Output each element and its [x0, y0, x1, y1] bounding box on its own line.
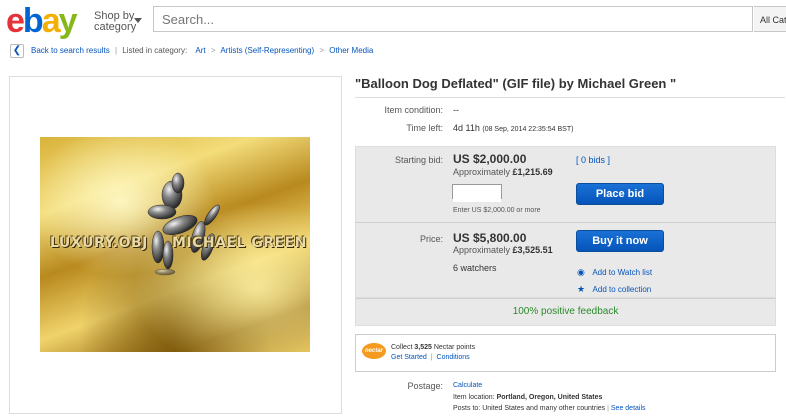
buy-now-price: US $5,800.00 [453, 231, 527, 245]
approx-gbp: £3,525.51 [512, 245, 553, 255]
breadcrumb-chevron: > [210, 46, 216, 55]
condition-label: Item condition: [384, 105, 443, 115]
posts-to-value: United States and many other countries [482, 405, 606, 412]
breadcrumb-chevron: > [319, 46, 325, 55]
posts-to-prefix: Posts to: [453, 405, 481, 412]
starting-bid-price: US $2,000.00 [453, 152, 527, 166]
logo-letter-b: b [22, 2, 44, 40]
bid-amount-input[interactable] [453, 189, 501, 202]
logo-letter-y: y [58, 2, 78, 40]
nectar-points: 3,525 [414, 344, 432, 351]
approx-prefix: Approximately [453, 245, 511, 255]
title-divider [355, 97, 785, 98]
postage-label: Postage: [407, 381, 443, 391]
item-title: "Balloon Dog Deflated" (GIF file) by Mic… [355, 76, 677, 91]
breadcrumb-item-other-media[interactable]: Other Media [329, 46, 373, 55]
item-image[interactable]: LUXURY.OBJ MICHAEL GREEN [40, 137, 310, 352]
condition-value: -- [453, 105, 459, 115]
time-left-detail: (08 Sep, 2014 22:35:54 BST) [482, 126, 574, 133]
location-value: Portland, Oregon, United States [496, 394, 603, 401]
back-arrow-icon[interactable]: ❮ [10, 44, 24, 58]
time-left-remaining: 4d 11h [453, 123, 480, 133]
watermark-left: LUXURY.OBJ [50, 235, 148, 251]
collect-suffix: Nectar points [433, 344, 476, 351]
ebay-logo[interactable]: ebay [6, 2, 78, 40]
add-to-watch-list[interactable]: ◉ Add to Watch list [577, 262, 652, 280]
collect-prefix: Collect [391, 344, 413, 351]
all-categories-select[interactable]: All Cat [754, 6, 786, 32]
watch-list-link[interactable]: Add to Watch list [592, 268, 652, 277]
listed-in-label: Listed in category: [122, 46, 188, 55]
starting-bid-label: Starting bid: [394, 155, 443, 165]
back-to-search-link[interactable]: Back to search results [31, 46, 110, 55]
get-started-link[interactable]: Get Started [391, 354, 427, 361]
nectar-logo: nectar [362, 343, 386, 359]
buy-now-approx: Approximately £3,525.51 [453, 245, 553, 255]
shop-by-line2: category [94, 21, 137, 33]
bid-hint: Enter US $2,000.00 or more [453, 207, 541, 214]
nectar-collect-text: Collect 3,525 Nectar points [391, 344, 475, 351]
item-location: Item location: Portland, Oregon, United … [453, 394, 602, 401]
bid-amount-field[interactable] [452, 184, 502, 202]
approx-gbp: £1,215.69 [512, 167, 553, 177]
shop-by-category-button[interactable]: Shop by category [94, 11, 136, 33]
eye-icon: ◉ [577, 267, 585, 277]
collection-link[interactable]: Add to collection [593, 285, 652, 294]
buy-it-now-button[interactable]: Buy it now [576, 230, 664, 252]
time-left-label: Time left: [406, 123, 443, 133]
starting-bid-approx: Approximately £1,215.69 [453, 167, 553, 177]
breadcrumb: Back to search results | Listed in categ… [31, 46, 373, 55]
breadcrumb-item-art[interactable]: Art [195, 46, 205, 55]
conditions-link[interactable]: Conditions [437, 354, 470, 361]
calculate-postage-link[interactable]: Calculate [453, 382, 482, 389]
time-left-value: 4d 11h (08 Sep, 2014 22:35:54 BST) [453, 123, 573, 133]
bids-count-link[interactable]: [ 0 bids ] [576, 155, 610, 165]
logo-letter-e: e [6, 2, 25, 40]
nectar-box [355, 334, 776, 372]
search-box[interactable] [153, 6, 753, 32]
approx-prefix: Approximately [453, 167, 511, 177]
watermark-right: MICHAEL GREEN [172, 235, 307, 251]
logo-letter-a: a [41, 2, 61, 40]
price-label: Price: [419, 234, 443, 244]
watchers-count: 6 watchers [453, 263, 497, 273]
search-input[interactable] [154, 7, 752, 31]
posts-to: Posts to: United States and many other c… [453, 405, 646, 412]
breadcrumb-separator: | [114, 46, 118, 55]
place-bid-button[interactable]: Place bid [576, 183, 664, 205]
link-separator: | [607, 405, 609, 412]
bid-buy-divider [355, 222, 776, 223]
link-separator: | [430, 354, 433, 361]
star-icon: ★ [577, 284, 586, 294]
seller-feedback: 100% positive feedback [355, 298, 776, 326]
location-prefix: Item location: [453, 394, 495, 401]
add-to-collection[interactable]: ★ Add to collection [577, 279, 651, 297]
breadcrumb-item-artists[interactable]: Artists (Self-Representing) [220, 46, 314, 55]
chevron-down-icon[interactable] [134, 18, 142, 23]
nectar-links: Get Started | Conditions [391, 354, 470, 361]
see-details-link[interactable]: See details [611, 405, 646, 412]
